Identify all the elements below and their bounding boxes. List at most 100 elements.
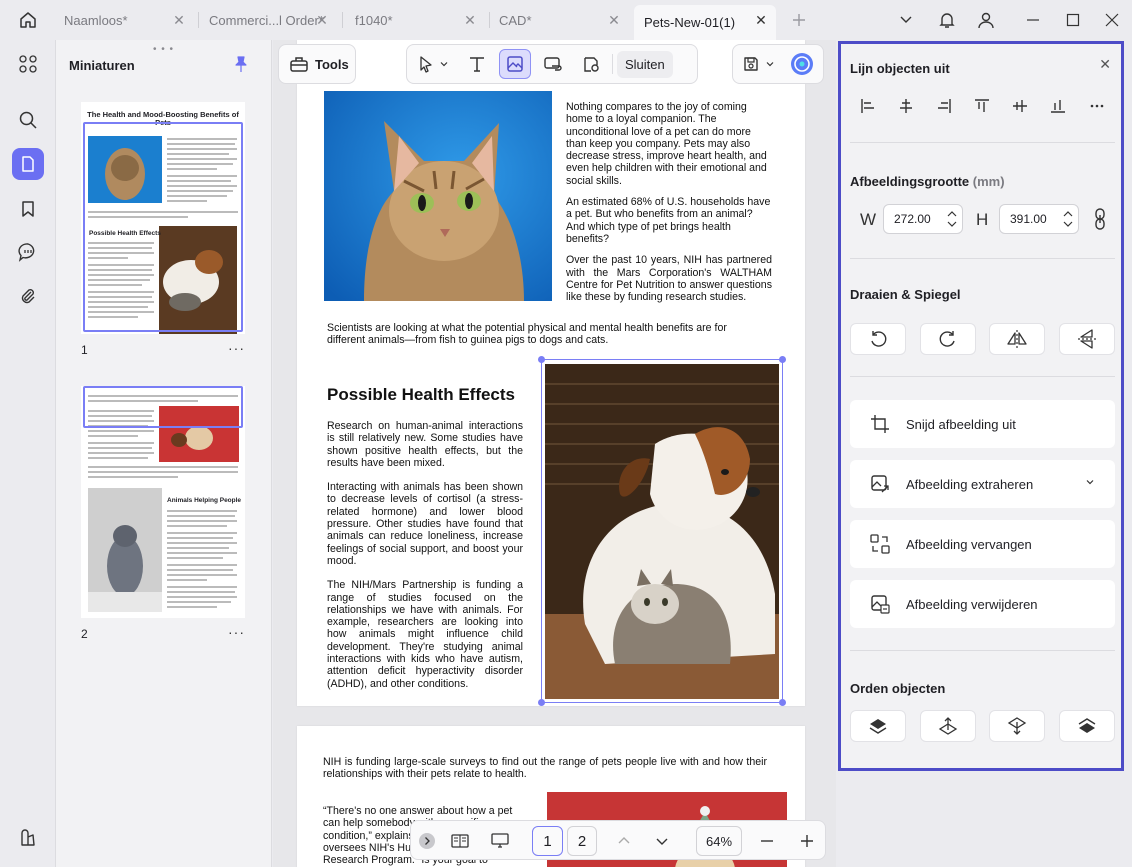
image-tool-button[interactable] xyxy=(499,49,531,79)
collapse-bar-button[interactable] xyxy=(417,826,437,856)
rotate-left-button[interactable] xyxy=(850,323,906,355)
flip-vertical-button[interactable] xyxy=(1059,323,1115,355)
send-backward-button[interactable] xyxy=(989,710,1045,742)
tab-f1040[interactable]: f1040* ✕ xyxy=(345,5,485,35)
height-stepper-icon[interactable] xyxy=(1062,208,1074,230)
bring-to-front-button[interactable] xyxy=(850,710,906,742)
tab-list-button[interactable] xyxy=(893,8,919,32)
account-button[interactable] xyxy=(973,8,999,32)
rail-comments-button[interactable] xyxy=(12,236,44,268)
thumbnails-title: Miniaturen xyxy=(69,58,135,73)
tab-close-icon[interactable]: ✕ xyxy=(754,13,768,27)
link-tool-button[interactable] xyxy=(537,49,569,79)
page-button-2[interactable]: 2 xyxy=(567,826,597,856)
toolbar-divider xyxy=(612,54,613,74)
minimize-button[interactable] xyxy=(1020,8,1046,32)
resize-handle[interactable] xyxy=(538,356,545,363)
flip-horizontal-button[interactable] xyxy=(989,323,1045,355)
replace-image-button[interactable]: Afbeelding vervangen xyxy=(850,520,1115,568)
scientists-paragraph: Scientists are looking at what the poten… xyxy=(327,322,727,347)
ai-assistant-button[interactable] xyxy=(786,49,818,79)
apps-grid-icon xyxy=(19,55,37,73)
rotate-flip-title: Draaien & Spiegel xyxy=(850,287,961,302)
rail-theme-button[interactable] xyxy=(12,822,44,854)
section-divider xyxy=(850,142,1115,143)
page-2-more-button[interactable]: ··· xyxy=(228,624,245,640)
save-button[interactable] xyxy=(736,49,780,79)
cat-photo[interactable] xyxy=(324,91,552,301)
rotate-right-button[interactable] xyxy=(920,323,976,355)
align-bottom-button[interactable] xyxy=(1048,96,1068,116)
tools-button[interactable]: Tools xyxy=(278,44,356,84)
rotate-left-icon xyxy=(871,331,887,347)
page-button-1[interactable]: 1 xyxy=(532,826,563,856)
tab-cad[interactable]: CAD* ✕ xyxy=(489,5,629,35)
zoom-out-button[interactable] xyxy=(754,826,780,856)
tab-close-icon[interactable]: ✕ xyxy=(607,13,621,27)
tab-commercial-order[interactable]: Commerci...l Order* ✕ xyxy=(199,5,337,35)
close-panel-button[interactable]: ✕ xyxy=(1099,56,1111,73)
page-navigation-bar: 1 2 64% xyxy=(410,820,826,860)
next-page-button[interactable] xyxy=(649,826,675,856)
page-thumbnail-1[interactable]: The Health and Mood-Boosting Benefits of… xyxy=(81,102,245,334)
width-field[interactable]: 272.00 xyxy=(883,204,963,234)
resize-handle[interactable] xyxy=(779,356,786,363)
maximize-icon xyxy=(1066,13,1080,27)
pin-button[interactable] xyxy=(232,55,250,73)
panel-resize-handle[interactable]: • • • xyxy=(153,44,174,55)
maximize-button[interactable] xyxy=(1060,8,1086,32)
rail-bookmarks-button[interactable] xyxy=(12,193,44,225)
notifications-button[interactable] xyxy=(934,8,960,32)
tab-pets-new[interactable]: Pets-New-01(1) ✕ xyxy=(634,5,776,40)
text-tool-button[interactable] xyxy=(461,49,493,79)
page-1-more-button[interactable]: ··· xyxy=(228,340,245,356)
rail-attachments-button[interactable] xyxy=(12,280,44,312)
delete-image-button[interactable]: Afbeelding verwijderen xyxy=(850,580,1115,628)
link-chain-icon xyxy=(1095,208,1105,230)
align-center-horizontal-button[interactable] xyxy=(896,96,916,116)
tab-close-icon[interactable]: ✕ xyxy=(172,13,186,27)
thumb-viewport-frame xyxy=(83,386,243,428)
align-left-button[interactable] xyxy=(858,96,878,116)
rail-search-button[interactable] xyxy=(12,104,44,136)
width-stepper-icon[interactable] xyxy=(946,208,958,230)
rail-pages-button[interactable] xyxy=(12,148,44,180)
effects-paragraph-3: The NIH/Mars Partnership is funding a ra… xyxy=(327,579,523,690)
presentation-button[interactable] xyxy=(483,826,517,856)
align-top-button[interactable] xyxy=(972,96,992,116)
thumbnails-panel: • • • Miniaturen The Health and Mood-Boo… xyxy=(56,40,272,867)
watermark-tool-button[interactable] xyxy=(575,49,607,79)
zoom-in-button[interactable] xyxy=(794,826,820,856)
resize-handle[interactable] xyxy=(779,699,786,706)
rail-apps-button[interactable] xyxy=(12,48,44,80)
previous-page-button[interactable] xyxy=(611,826,637,856)
tab-close-icon[interactable]: ✕ xyxy=(315,13,329,27)
tab-naamloos[interactable]: Naamloos* ✕ xyxy=(54,5,194,35)
send-to-back-button[interactable] xyxy=(1059,710,1115,742)
extract-image-button[interactable]: Afbeelding extraheren xyxy=(850,460,1115,508)
select-tool-button[interactable] xyxy=(411,49,455,79)
home-icon xyxy=(20,12,36,28)
document-canvas[interactable]: Nothing compares to the joy of coming ho… xyxy=(273,40,836,867)
page-number-1: 1 xyxy=(81,343,88,357)
page-layout-button[interactable] xyxy=(445,826,475,856)
tab-close-icon[interactable]: ✕ xyxy=(463,13,477,27)
image-selection-box xyxy=(541,359,783,703)
home-button[interactable] xyxy=(14,8,42,32)
chevron-right-icon xyxy=(419,833,435,849)
height-field[interactable]: 391.00 xyxy=(999,204,1079,234)
new-tab-button[interactable] xyxy=(786,8,812,32)
more-align-options-button[interactable] xyxy=(1087,96,1107,116)
resize-handle[interactable] xyxy=(538,699,545,706)
bring-forward-button[interactable] xyxy=(920,710,976,742)
crop-image-button[interactable]: Snijd afbeelding uit xyxy=(850,400,1115,448)
close-edit-button[interactable]: Sluiten xyxy=(617,50,673,78)
page-thumbnail-2[interactable]: Animals Helping People xyxy=(81,386,245,618)
lock-aspect-ratio-button[interactable] xyxy=(1093,207,1107,231)
align-right-button[interactable] xyxy=(934,96,954,116)
align-center-vertical-button[interactable] xyxy=(1010,96,1030,116)
zoom-level-field[interactable]: 64% xyxy=(696,826,742,856)
align-objects-title: Lijn objecten uit xyxy=(850,61,950,76)
paperclip-icon xyxy=(21,289,35,304)
close-window-button[interactable] xyxy=(1099,8,1125,32)
